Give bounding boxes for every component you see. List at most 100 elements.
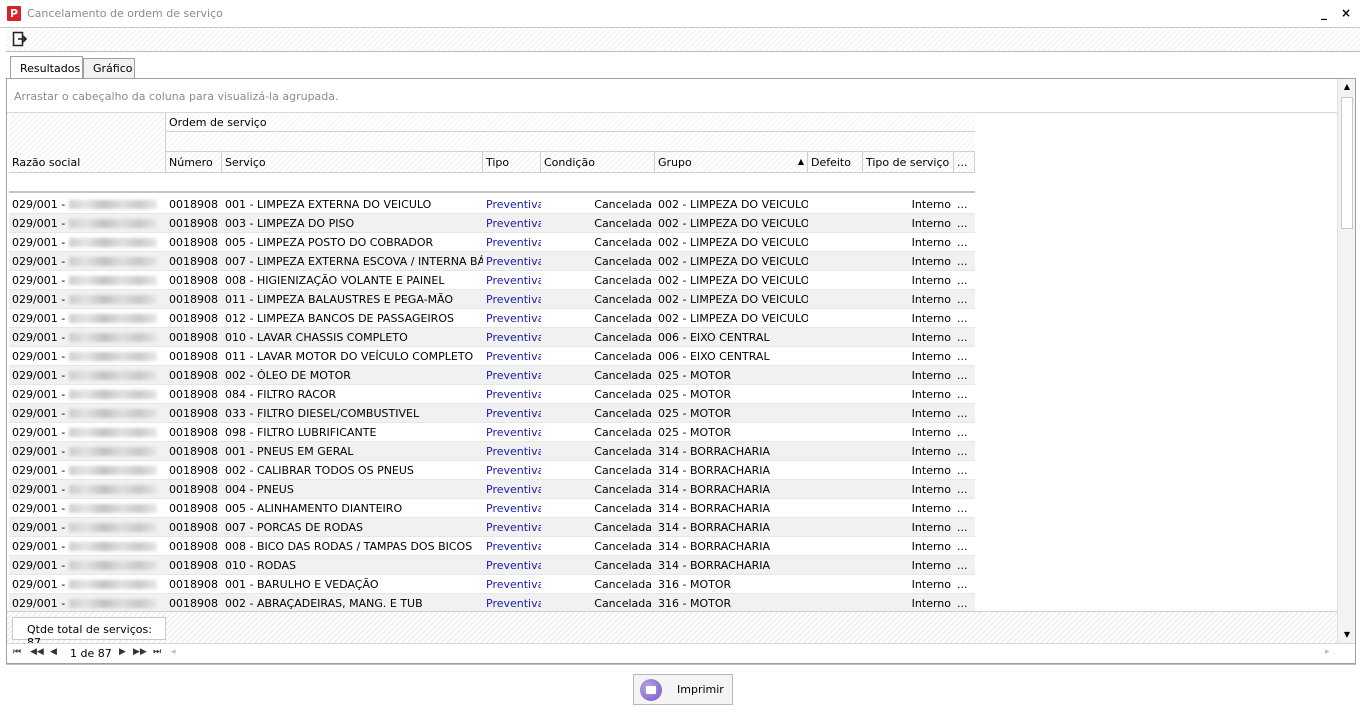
column-header-condicao[interactable]: Condição <box>541 152 655 173</box>
cell-tipo-servico: Interno <box>911 255 951 268</box>
table-row[interactable]: 029/001 - 0018908 003 - LIMPEZA DO PISO Pre… <box>9 214 975 233</box>
cell-condicao: Cancelada <box>594 559 652 572</box>
column-header-more[interactable]: ... <box>954 152 975 173</box>
cell-tipo-servico: Interno <box>911 559 951 572</box>
scroll-up-icon[interactable]: ▲ <box>1338 79 1356 95</box>
cell-razao-social: 029/001 - <box>9 556 166 575</box>
column-header-servico[interactable]: Serviço <box>222 152 483 173</box>
redacted-company-name <box>69 447 158 456</box>
cell-grupo: 314 - BORRACHARIA <box>658 445 771 458</box>
table-row[interactable]: 029/001 - 0018908 005 - ALINHAMENTO DIANTE… <box>9 499 975 518</box>
table-row[interactable]: 029/001 - 0018908 002 - CALIBRAR TODOS OS … <box>9 461 975 480</box>
cell-tipo-servico: Interno <box>911 312 951 325</box>
table-row[interactable]: 029/001 - 0018908 002 - ÓLEO DE MOTOR Preve… <box>9 366 975 385</box>
table-row[interactable]: 029/001 - 0018908 001 - LIMPEZA EXTERNA DO… <box>9 195 975 214</box>
cell-defeito <box>808 328 863 347</box>
band-empty <box>9 113 166 152</box>
window-title: Cancelamento de ordem de serviço <box>27 7 223 20</box>
print-button[interactable]: Imprimir <box>633 674 733 705</box>
table-row[interactable]: 029/001 - 0018908 007 - PORCAS DE RODAS Pre… <box>9 518 975 537</box>
column-header-defeito[interactable]: Defeito <box>808 152 863 173</box>
group-by-hint[interactable]: Arrastar o cabeçalho da coluna para visu… <box>7 79 1337 113</box>
last-page-icon[interactable]: ⏭ <box>153 647 161 657</box>
cell-tipo-servico: Interno <box>911 578 951 591</box>
cell-tipo: Preventiva <box>486 445 541 458</box>
exit-door-icon[interactable] <box>12 31 28 47</box>
table-row[interactable]: 029/001 - 0018908 011 - LAVAR MOTOR DO VEÍ… <box>9 347 975 366</box>
title-bar: P Cancelamento de ordem de serviço _ × <box>0 0 1360 28</box>
table-row[interactable]: 029/001 - 0018908 098 - FILTRO LUBRIFICANT… <box>9 423 975 442</box>
column-header-razao-social[interactable]: Razão social <box>9 152 166 173</box>
cell-tipo: Preventiva <box>486 274 541 287</box>
table-row[interactable]: 029/001 - 0018908 001 - PNEUS EM GERAL Prev… <box>9 442 975 461</box>
scroll-thumb[interactable] <box>1341 97 1353 229</box>
cell-defeito <box>808 423 863 442</box>
cell-tipo: Preventiva <box>486 312 541 325</box>
cell-servico: 010 - LAVAR CHASSIS COMPLETO <box>225 331 408 344</box>
table-row[interactable]: 029/001 - 0018908 012 - LIMPEZA BANCOS DE … <box>9 309 975 328</box>
cell-tipo: Preventiva <box>486 217 541 230</box>
scroll-down-icon[interactable]: ▼ <box>1338 627 1356 643</box>
tab-grafico[interactable]: Gráfico <box>83 58 135 79</box>
cell-tipo-servico: Interno <box>911 426 951 439</box>
cell-defeito <box>808 518 863 537</box>
table-row[interactable]: 029/001 - 0018908 008 - HIGIENIZAÇÃO VOLAN… <box>9 271 975 290</box>
razao-social-code: 029/001 - <box>12 483 66 496</box>
vertical-scrollbar[interactable]: ▲ ▼ <box>1337 79 1355 643</box>
filter-row[interactable] <box>9 173 975 193</box>
column-header-grupo[interactable]: Grupo ▲ <box>655 152 808 173</box>
table-row[interactable]: 029/001 - 0018908 010 - LAVAR CHASSIS COMP… <box>9 328 975 347</box>
cell-grupo: 002 - LIMPEZA DO VEICULO <box>658 198 808 211</box>
cell-condicao: Cancelada <box>594 255 652 268</box>
previous-page-icon[interactable]: ◀◀ <box>30 647 44 657</box>
cell-numero: 0018908 <box>169 198 218 211</box>
next-record-icon[interactable]: ▶ <box>119 647 126 657</box>
table-row[interactable]: 029/001 - 0018908 004 - PNEUS Preventiva Can… <box>9 480 975 499</box>
razao-social-code: 029/001 - <box>12 407 66 420</box>
table-row[interactable]: 029/001 - 0018908 007 - LIMPEZA EXTERNA ES… <box>9 252 975 271</box>
table-row[interactable]: 029/001 - 0018908 005 - LIMPEZA POSTO DO C… <box>9 233 975 252</box>
pager: ⏮ ◀◀ ◀ 1 de 87 ▶ ▶▶ ⏭ ◂ ▸ <box>7 643 1355 663</box>
cell-more: ... <box>957 445 968 458</box>
first-page-icon[interactable]: ⏮ <box>13 647 21 657</box>
table-row[interactable]: 029/001 - 0018908 011 - LIMPEZA BALAUSTRES… <box>9 290 975 309</box>
cell-condicao: Cancelada <box>594 331 652 344</box>
cell-tipo: Preventiva <box>486 578 541 591</box>
close-button[interactable]: × <box>1338 5 1354 21</box>
divider <box>6 664 1356 665</box>
scroll-right-icon[interactable]: ▸ <box>1325 647 1330 657</box>
total-services-summary: Qtde total de serviços: 87 <box>12 617 166 649</box>
column-header-tipo-servico[interactable]: Tipo de serviço <box>863 152 954 173</box>
cell-defeito <box>808 290 863 309</box>
razao-social-code: 029/001 - <box>12 369 66 382</box>
cell-condicao: Cancelada <box>594 426 652 439</box>
column-header-tipo[interactable]: Tipo <box>483 152 541 173</box>
cell-servico: 001 - BARULHO E VEDAÇÃO <box>225 578 379 591</box>
column-header-numero[interactable]: Número <box>166 152 222 173</box>
cell-more: ... <box>957 312 968 325</box>
table-row[interactable]: 029/001 - 0018908 033 - FILTRO DIESEL/COMB… <box>9 404 975 423</box>
table-row[interactable]: 029/001 - 0018908 008 - BICO DAS RODAS / T… <box>9 537 975 556</box>
minimize-button[interactable]: _ <box>1316 5 1332 21</box>
table-row[interactable]: 029/001 - 0018908 084 - FILTRO RACOR Preven… <box>9 385 975 404</box>
band-ordem-servico[interactable]: Ordem de serviço <box>166 113 975 132</box>
scroll-left-icon[interactable]: ◂ <box>171 647 176 657</box>
tab-resultados[interactable]: Resultados <box>10 56 83 79</box>
cell-numero: 0018908 <box>169 217 218 230</box>
next-page-icon[interactable]: ▶▶ <box>133 647 147 657</box>
razao-social-code: 029/001 - <box>12 312 66 325</box>
table-row[interactable]: 029/001 - 0018908 001 - BARULHO E VEDAÇÃO P… <box>9 575 975 594</box>
cell-defeito <box>808 556 863 575</box>
cell-condicao: Cancelada <box>594 217 652 230</box>
cell-defeito <box>808 442 863 461</box>
cell-more: ... <box>957 293 968 306</box>
cell-numero: 0018908 <box>169 578 218 591</box>
razao-social-code: 029/001 - <box>12 502 66 515</box>
cell-grupo: 314 - BORRACHARIA <box>658 502 771 515</box>
cell-condicao: Cancelada <box>594 236 652 249</box>
cell-servico: 084 - FILTRO RACOR <box>225 388 337 401</box>
cell-servico: 002 - ÓLEO DE MOTOR <box>225 369 351 382</box>
cell-condicao: Cancelada <box>594 464 652 477</box>
previous-record-icon[interactable]: ◀ <box>50 647 57 657</box>
table-row[interactable]: 029/001 - 0018908 010 - RODAS Preventiva Can… <box>9 556 975 575</box>
